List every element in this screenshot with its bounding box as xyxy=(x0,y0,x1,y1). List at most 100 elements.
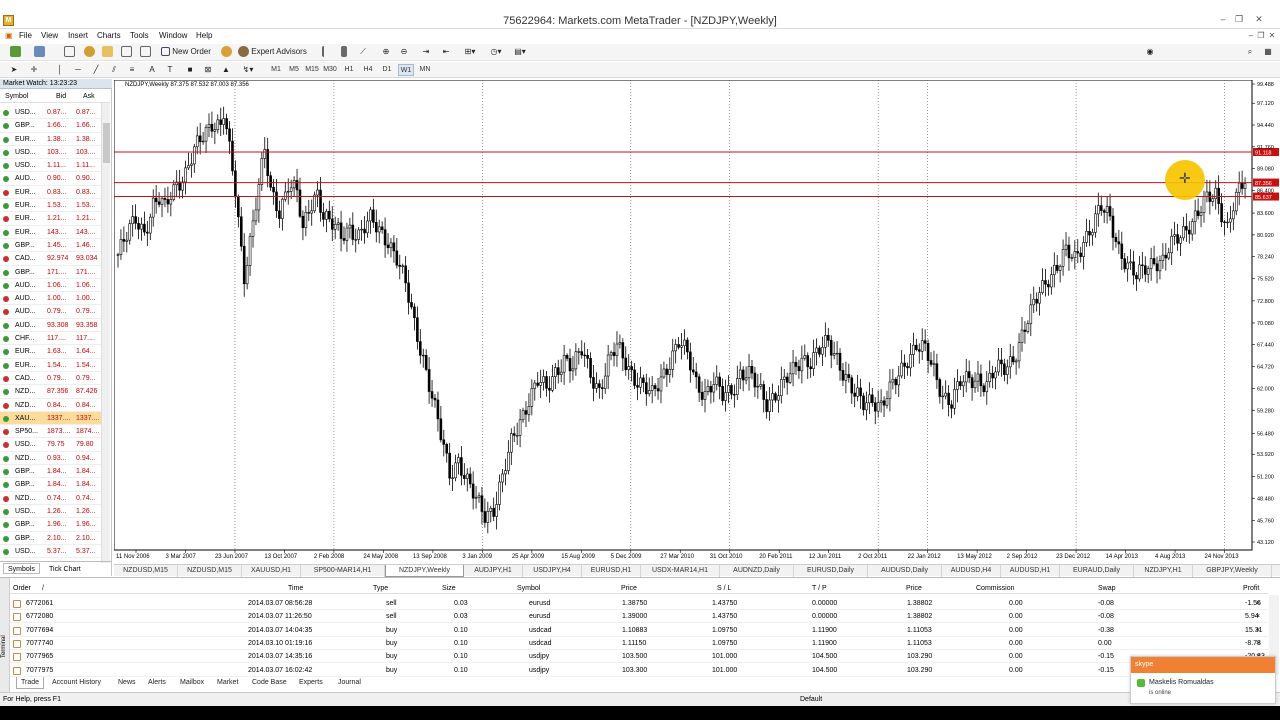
col-cur-price[interactable]: Price xyxy=(906,583,922,594)
close-order-icon[interactable]: × xyxy=(1256,610,1260,623)
chart-tab[interactable]: AUDNZD,Daily xyxy=(720,565,794,577)
fibonacci-button[interactable]: ≡ xyxy=(126,64,138,76)
chart-tab[interactable]: EURUSD,H1 xyxy=(582,565,641,577)
tf-h1[interactable]: H1 xyxy=(341,64,357,76)
horizontal-line-button[interactable]: ─ xyxy=(72,64,84,76)
tf-w1[interactable]: W1 xyxy=(398,64,414,76)
cursor-tool-button[interactable]: ➤ xyxy=(8,64,20,76)
skype-notification[interactable]: skype Maskelis Romualdas is online xyxy=(1130,656,1276,704)
menu-window[interactable]: Window xyxy=(159,31,187,40)
candle-chart-button[interactable] xyxy=(338,46,350,58)
market-watch-row[interactable]: CAD... 92.974 93.034 xyxy=(0,252,110,266)
chart-tab[interactable]: AUDUSD,H4 xyxy=(942,565,1001,577)
trendline-button[interactable]: ╱ xyxy=(90,64,102,76)
market-watch-row[interactable]: USD... 0.87... 0.87... xyxy=(0,106,110,120)
col-type[interactable]: Type xyxy=(373,583,388,594)
col-tp[interactable]: T / P xyxy=(812,583,827,594)
menu-view[interactable]: View xyxy=(41,31,58,40)
market-watch-row[interactable]: AUD... 1.00... 1.00... xyxy=(0,292,110,306)
chart-tab[interactable]: AUDUSD,Daily xyxy=(868,565,942,577)
terminal-tab[interactable]: News xyxy=(114,677,140,689)
col-price[interactable]: Price xyxy=(621,583,637,594)
market-watch-row[interactable]: AUD... 0.90... 0.90... xyxy=(0,172,110,186)
order-row[interactable]: 6772061 2014.03.07 08:56:28 sell 0.03 eurusd… xyxy=(10,597,1268,610)
expert-advisors-button[interactable]: Expert Advisors xyxy=(238,46,308,58)
market-watch-row[interactable]: AUD... 1.06... 1.06... xyxy=(0,279,110,293)
tab-tick-chart[interactable]: Tick Chart xyxy=(44,563,86,574)
chart-tab[interactable]: NZDJPY,Weekly xyxy=(385,565,464,577)
col-symbol[interactable]: Symbol xyxy=(5,91,28,103)
market-watch-row[interactable]: USD... 5.37... 5.37... xyxy=(0,545,110,559)
chart-tab[interactable]: NZDUSD,M15 xyxy=(178,565,242,577)
status-profile[interactable]: Default xyxy=(800,693,822,707)
market-watch-row[interactable]: GBP... 171.... 171.... xyxy=(0,266,110,279)
menu-charts[interactable]: Charts xyxy=(97,31,121,40)
chart-canvas[interactable]: 91.118 87.356 85.637 99.488 97.120 94.440 91.7… xyxy=(114,80,1280,564)
market-watch-row[interactable]: EUR... 1.21... 1.21... xyxy=(0,212,110,226)
market-watch-row[interactable]: GBP... 1.66... 1.66... xyxy=(0,119,110,133)
col-time[interactable]: Time xyxy=(288,583,303,594)
tf-m15[interactable]: M15 xyxy=(304,64,320,76)
close-button[interactable]: ✕ xyxy=(1252,14,1266,25)
mdi-close-button[interactable]: ✕ xyxy=(1267,31,1277,40)
chart-tab[interactable]: AUDJPY,H1 xyxy=(464,565,523,577)
market-watch-row[interactable]: EUR... 0.83... 0.83... xyxy=(0,186,110,200)
mdi-minimize-button[interactable]: – xyxy=(1246,31,1256,40)
chart-tab[interactable]: NZDUSD,M15 xyxy=(114,565,178,577)
market-watch-row[interactable]: USD... 1.11... 1.11... xyxy=(0,159,110,173)
terminal-button[interactable] xyxy=(119,46,133,58)
bar-chart-button[interactable] xyxy=(320,46,332,58)
zoom-out-button[interactable]: ⊖ xyxy=(398,46,410,58)
market-watch-row[interactable]: USD... 103.... 103.... xyxy=(0,146,110,160)
terminal-tab[interactable]: Trade xyxy=(16,677,45,689)
periods-button[interactable]: ◷▾ xyxy=(486,46,506,58)
search-button[interactable]: ⌕ xyxy=(1244,46,1256,58)
chart-tab[interactable]: AUDUSD,H1 xyxy=(1001,565,1060,577)
col-profit[interactable]: Profit xyxy=(1243,583,1259,594)
new-chart-button[interactable] xyxy=(8,46,22,58)
arrow-up-tool-button[interactable]: ▲ xyxy=(220,64,232,76)
navigator-button[interactable] xyxy=(82,46,96,58)
tf-d1[interactable]: D1 xyxy=(379,64,395,76)
menu-insert[interactable]: Insert xyxy=(68,31,88,40)
chart-tab[interactable]: EURAUD,Daily xyxy=(1060,565,1134,577)
col-size[interactable]: Size xyxy=(442,583,456,594)
chart-tab[interactable]: SP500-MAR14,H1 xyxy=(301,565,385,577)
col-order[interactable]: Order xyxy=(13,583,31,594)
data-window-button[interactable] xyxy=(100,46,114,58)
globe-button[interactable]: ◉ xyxy=(1144,46,1156,58)
tab-symbols[interactable]: Symbols xyxy=(3,563,40,574)
chart-tab[interactable]: EURUSD,Daily xyxy=(794,565,868,577)
tf-m30[interactable]: M30 xyxy=(322,64,338,76)
market-watch-row[interactable]: CHF... 117.... 117.... xyxy=(0,332,110,346)
market-watch-scrollbar[interactable] xyxy=(101,103,110,563)
market-watch-row[interactable]: GBP... 1.84... 1.84... xyxy=(0,478,110,492)
menu-help[interactable]: Help xyxy=(196,31,212,40)
market-watch-row[interactable]: NZD... 0.84... 0.84... xyxy=(0,399,110,412)
market-watch-row[interactable]: AUD... 93.308 93.358 xyxy=(0,319,110,333)
more-tools-button[interactable]: ↯▾ xyxy=(238,64,258,76)
chart-tab[interactable]: USDCAD,H4 xyxy=(1272,565,1280,577)
profiles-button[interactable] xyxy=(32,46,46,58)
market-watch-button[interactable] xyxy=(62,46,76,58)
market-watch-row[interactable]: GBP... 1.96... 1.96... xyxy=(0,518,110,532)
metaeditor-button[interactable] xyxy=(220,46,232,58)
price-chart[interactable]: 91.118 87.356 85.637 99.488 97.120 94.440 91.7… xyxy=(114,80,1280,564)
indicators-button[interactable]: ⊞▾ xyxy=(460,46,480,58)
tf-mn[interactable]: MN xyxy=(417,64,433,76)
market-watch-row[interactable]: USD... 1.26... 1.26... xyxy=(0,505,110,519)
menu-icon[interactable]: ▣ xyxy=(5,31,13,40)
market-watch-row[interactable]: XAU... 1337.... 1337.... xyxy=(0,411,110,426)
col-sort[interactable]: / xyxy=(42,583,44,594)
new-order-button[interactable]: New Order xyxy=(161,46,217,58)
terminal-tab[interactable]: Market xyxy=(213,677,242,689)
text-tool-button[interactable]: A xyxy=(146,64,158,76)
market-watch-row[interactable]: SP50... 1873.... 1874.... xyxy=(0,425,110,439)
col-swap[interactable]: Swap xyxy=(1098,583,1116,594)
market-watch-row[interactable]: EUR... 1.53... 1.53... xyxy=(0,199,110,213)
minimize-button[interactable]: – xyxy=(1216,14,1230,24)
line-chart-button[interactable]: ⟋ xyxy=(357,46,369,58)
col-commission[interactable]: Commission xyxy=(976,583,1015,594)
maximize-button[interactable]: ❐ xyxy=(1232,14,1246,25)
gann-tool-button[interactable]: ⊠ xyxy=(202,64,214,76)
